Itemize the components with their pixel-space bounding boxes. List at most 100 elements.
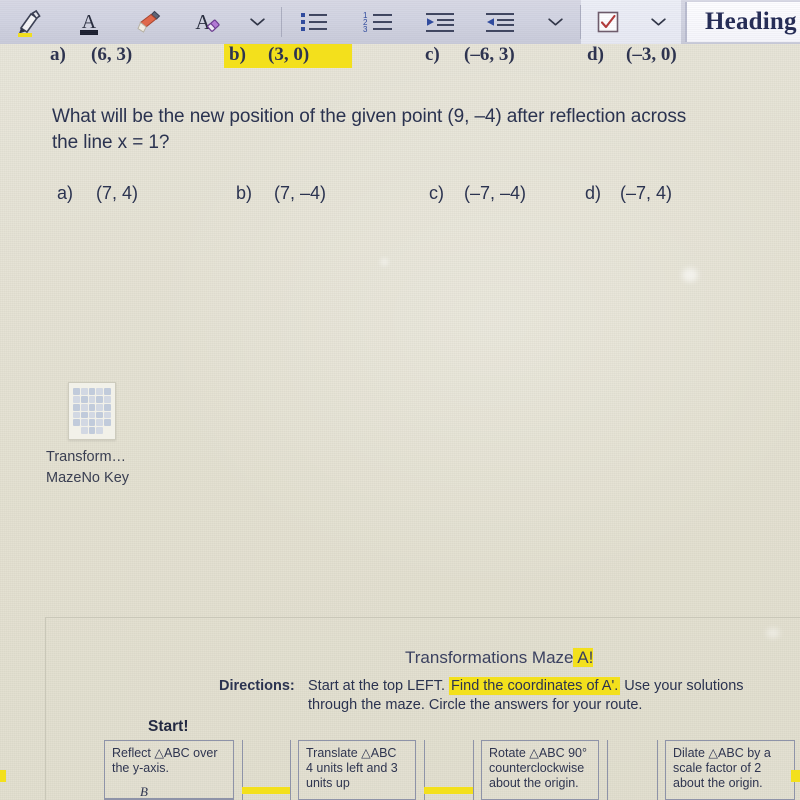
answer-a-value: (6, 3) bbox=[91, 44, 133, 65]
maze-box-line-1: Dilate △ABC by a bbox=[673, 746, 771, 760]
thumb-cell bbox=[104, 419, 111, 427]
maze-connector-line bbox=[657, 740, 658, 800]
answer-c-letter: c) bbox=[425, 44, 440, 65]
thumb-cell bbox=[96, 411, 104, 419]
directions-label: Directions: bbox=[219, 678, 295, 694]
route-highlight-mark bbox=[424, 787, 473, 794]
svg-text:A: A bbox=[195, 10, 211, 34]
start-label: Start! bbox=[148, 718, 189, 735]
bullet-list-button[interactable] bbox=[282, 0, 346, 44]
style-heading-1-button[interactable]: Heading 1 bbox=[685, 2, 800, 42]
thumb-cell bbox=[88, 388, 96, 395]
maze-box-line-1: Rotate △ABC 90° bbox=[489, 746, 587, 760]
choice-b-value: (7, –4) bbox=[274, 183, 327, 203]
maze-box-line-3: about the origin. bbox=[673, 776, 763, 790]
maze-box-line-2: the y-axis. bbox=[112, 761, 169, 775]
numbered-list-button[interactable]: 1 2 3 bbox=[346, 0, 410, 44]
thumb-cell bbox=[96, 388, 104, 395]
thumb-cell bbox=[104, 411, 111, 419]
formatting-toolbar[interactable]: A A 1 2 3 Heading bbox=[0, 0, 800, 44]
checkbox-button[interactable] bbox=[581, 0, 635, 44]
thumb-cell bbox=[104, 403, 111, 411]
maze-box-translate: Translate △ABC 4 units left and 3 units … bbox=[298, 740, 416, 800]
thumb-cell bbox=[73, 419, 80, 427]
thumb-cell bbox=[88, 411, 96, 419]
font-color-icon: A bbox=[80, 11, 98, 35]
thumb-cell bbox=[80, 419, 88, 427]
thumb-cell bbox=[96, 427, 104, 434]
thumb-cell bbox=[96, 403, 104, 411]
clear-formatting-button[interactable]: A bbox=[178, 0, 233, 44]
route-highlight-mark bbox=[791, 770, 800, 782]
checkbox-group[interactable] bbox=[581, 0, 681, 44]
chevron-down-icon bbox=[547, 18, 563, 26]
answer-d-value: (–3, 0) bbox=[626, 44, 677, 65]
checkbox-icon bbox=[597, 11, 619, 33]
choice-a-value: (7, 4) bbox=[96, 183, 139, 203]
thumb-cell bbox=[73, 427, 80, 434]
thumb-cell bbox=[104, 388, 111, 395]
question-line-1: What will be the new position of the giv… bbox=[52, 106, 687, 127]
chevron-down-icon bbox=[650, 18, 666, 26]
choice-b-letter: b) bbox=[236, 183, 253, 203]
thumb-cell bbox=[80, 388, 88, 395]
thumb-cell bbox=[73, 388, 80, 395]
file-name-line-2: MazeNo Key bbox=[46, 470, 130, 486]
thumb-cell bbox=[80, 427, 88, 434]
choice-c-letter: c) bbox=[429, 183, 444, 203]
highlighter-pen-button[interactable] bbox=[0, 0, 58, 44]
thumb-cell bbox=[73, 403, 80, 411]
file-item[interactable]: Transform… MazeNo Key bbox=[46, 382, 196, 489]
increase-indent-icon bbox=[486, 13, 514, 32]
directions-pre: Start at the top LEFT. bbox=[308, 678, 446, 694]
previous-question-answer-row: a) (6, 3) b) (3, 0) c) (–6, 3) d) (–3, 0… bbox=[0, 41, 800, 74]
thumb-cell bbox=[88, 427, 96, 434]
document-thumbnail-icon[interactable] bbox=[68, 382, 116, 440]
choice-a-letter: a) bbox=[57, 183, 74, 203]
font-color-button[interactable]: A bbox=[58, 0, 120, 44]
thumb-cell bbox=[88, 419, 96, 427]
thumb-cell bbox=[80, 395, 88, 403]
thumb-cell bbox=[73, 395, 80, 403]
maze-box-line-2: 4 units left and 3 bbox=[306, 761, 398, 775]
route-highlight-mark bbox=[0, 770, 6, 782]
thumb-cell bbox=[88, 395, 96, 403]
decrease-indent-button[interactable] bbox=[410, 0, 470, 44]
directions-line-2: through the maze. Circle the answers for… bbox=[308, 697, 643, 713]
bullet-list-icon bbox=[301, 13, 327, 31]
maze-box-line-3: units up bbox=[306, 776, 350, 790]
thumb-cell bbox=[96, 395, 104, 403]
route-highlight-mark bbox=[242, 787, 290, 794]
answer-a-letter: a) bbox=[50, 44, 66, 65]
answer-b-value: (3, 0) bbox=[268, 44, 310, 65]
increase-indent-button[interactable] bbox=[470, 0, 530, 44]
maze-box-line-3: about the origin. bbox=[489, 776, 579, 790]
maze-connector-line bbox=[290, 740, 291, 800]
directions-line-1: Start at the top LEFT. Find the coordina… bbox=[308, 677, 744, 695]
font-more-options-button[interactable] bbox=[233, 0, 281, 44]
maze-box-line-1: Reflect △ABC over bbox=[112, 746, 218, 760]
highlighter-pen-icon bbox=[18, 9, 41, 37]
maze-connector-line bbox=[473, 740, 474, 800]
format-painter-icon bbox=[137, 10, 161, 33]
answer-b-letter: b) bbox=[229, 44, 246, 65]
thumb-cell bbox=[73, 411, 80, 419]
worksheet-title-plain: Transformations Maze bbox=[405, 648, 574, 667]
maze-connector-line bbox=[607, 740, 608, 800]
maze-box-rotate: Rotate △ABC 90° counterclockwise about t… bbox=[481, 740, 599, 800]
choice-d-letter: d) bbox=[585, 183, 602, 203]
maze-box-line-2: counterclockwise bbox=[489, 761, 585, 775]
format-painter-button[interactable] bbox=[120, 0, 178, 44]
directions-post: Use your solutions bbox=[624, 678, 744, 694]
numbered-list-icon: 1 2 3 bbox=[363, 11, 392, 34]
paragraph-more-options-button[interactable] bbox=[530, 0, 580, 44]
decrease-indent-icon bbox=[426, 13, 454, 32]
directions-highlight: Find the coordinates of A'. bbox=[449, 677, 621, 695]
thumb-cell bbox=[104, 427, 111, 434]
svg-text:3: 3 bbox=[363, 25, 368, 34]
checkbox-more-options-button[interactable] bbox=[635, 0, 681, 44]
maze-box-line-1: Translate △ABC bbox=[306, 746, 397, 760]
question-line-2: the line x = 1? bbox=[52, 132, 170, 153]
worksheet-title-highlighted: A! bbox=[573, 648, 594, 667]
thumb-cell bbox=[104, 395, 111, 403]
